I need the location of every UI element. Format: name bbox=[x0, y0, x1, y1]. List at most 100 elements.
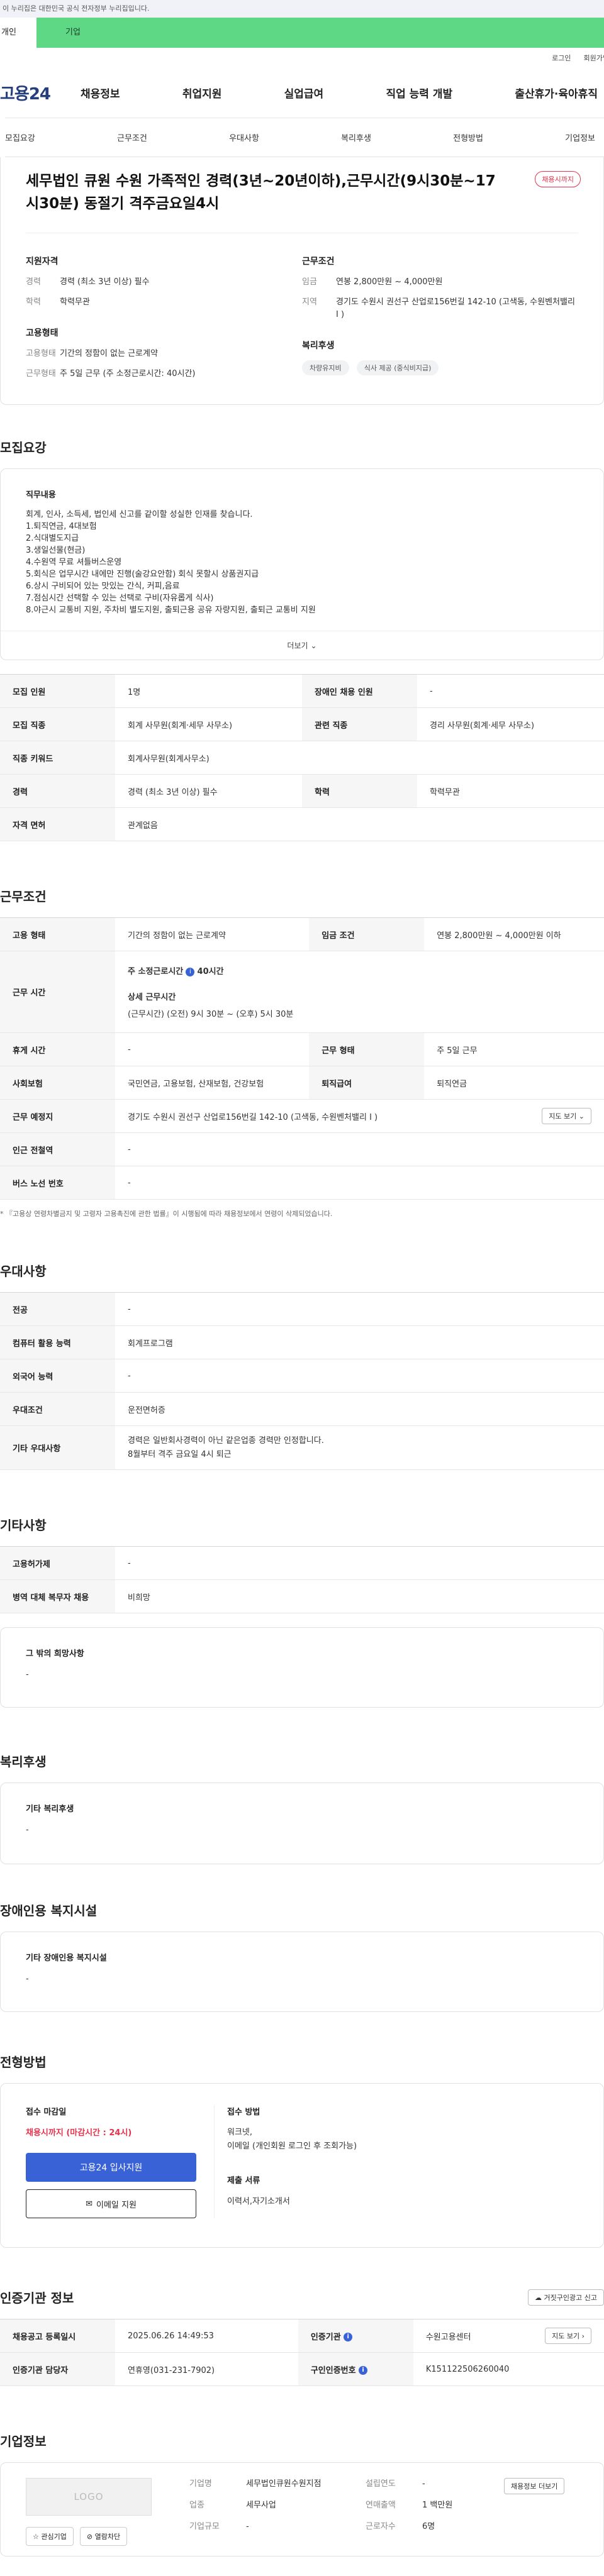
gnb-item-training[interactable]: 직업 능력 개발 bbox=[386, 85, 452, 101]
qual-value: 학력무관 bbox=[60, 297, 90, 307]
table-key: 경력 bbox=[0, 774, 115, 808]
table-key: 고용 형태 bbox=[0, 917, 115, 951]
subnav-conditions[interactable]: 근무조건 bbox=[117, 131, 147, 143]
hours-cell: 주 소정근로시간 i 40시간 상세 근무시간 (근무시간) (오전) 9시 3… bbox=[115, 951, 604, 1033]
table-row: 휴게 시간 - 근무 형태 주 5일 근무 bbox=[0, 1032, 604, 1066]
company-jobs-button[interactable]: 채용정보 더보기 bbox=[504, 2478, 565, 2494]
email-apply-button[interactable]: ✉ 이메일 지원 bbox=[26, 2189, 196, 2218]
company-value: 1 백만원 bbox=[422, 2501, 453, 2510]
duty-text: 회계, 인사, 소득세, 법인세 신고를 같이할 성실한 인재를 찾습니다. 1… bbox=[26, 510, 316, 615]
docs-value: 이력서,자기소개서 bbox=[227, 2197, 290, 2206]
map-button[interactable]: 지도 보기 ⌄ bbox=[542, 1108, 591, 1124]
table-key: 병역 대체 복무자 채용 bbox=[0, 1579, 115, 1613]
company-value: - bbox=[422, 2479, 425, 2489]
email-icon: ✉ bbox=[86, 2199, 92, 2209]
table-row: 근무 예정지 경기도 수원시 권선구 산업로156번길 142-10 (고색동,… bbox=[0, 1099, 604, 1133]
tab-personal[interactable]: 개인 bbox=[0, 18, 36, 48]
favorite-label: 관심기업 bbox=[41, 2533, 67, 2541]
table-key: 모집 인원 bbox=[0, 674, 115, 708]
table-key: 전공 bbox=[0, 1292, 115, 1326]
table-value: - bbox=[417, 674, 604, 708]
table-value: - bbox=[115, 1359, 604, 1393]
table-row: 버스 노선 번호 - bbox=[0, 1166, 604, 1200]
report-button[interactable]: ☁ 거짓구인광고 신고 bbox=[528, 2289, 604, 2306]
login-link[interactable]: 로그인 bbox=[552, 53, 571, 63]
etc-table: 고용허가제 - 병역 대체 복무자 채용 비희망 bbox=[0, 1546, 604, 1613]
method-heading: 접수 방법 bbox=[227, 2108, 260, 2117]
docs-heading: 제출 서류 bbox=[227, 2176, 260, 2186]
deadline-value: 채용시까지 (마감시간 : 24시) bbox=[26, 2128, 132, 2138]
emp-key: 근무형태 bbox=[26, 369, 56, 379]
table-value: 비희망 bbox=[115, 1579, 604, 1613]
apply-card: 접수 마감일 채용시까지 (마감시간 : 24시) 고용24 입사지원 ✉ 이메… bbox=[0, 2083, 604, 2248]
hope-card: 그 밖의 희망사항 - bbox=[0, 1627, 604, 1708]
cert-table: 채용공고 등록일시 2025.06.26 14:49:53 인증기관 i 수원고… bbox=[0, 2319, 604, 2386]
subnav-preference[interactable]: 우대사항 bbox=[229, 131, 259, 143]
signup-link[interactable]: 회원가입 bbox=[584, 53, 604, 63]
emp-value: 기간의 정함이 없는 근로계약 bbox=[60, 349, 158, 358]
duty-card: 직무내용 회계, 인사, 소득세, 법인세 신고를 같이할 성실한 인재를 찾습… bbox=[0, 468, 604, 660]
table-row: 컴퓨터 활용 능력 회계프로그램 bbox=[0, 1325, 604, 1359]
table-value: 학력무관 bbox=[417, 774, 604, 808]
qual-key: 경력 bbox=[26, 277, 41, 287]
table-key: 자격 면허 bbox=[0, 807, 115, 841]
emp-value: 주 5일 근무 (주 소정근로시간: 40시간) bbox=[60, 369, 196, 379]
table-key: 모집 직종 bbox=[0, 707, 115, 741]
emp-key: 고용형태 bbox=[26, 349, 56, 358]
gnb-item-leave[interactable]: 출산휴가·육아휴직 bbox=[515, 85, 598, 101]
table-row: 근무 시간 주 소정근로시간 i 40시간 상세 근무시간 (근무시간) (오전… bbox=[0, 951, 604, 1033]
qual-key: 학력 bbox=[26, 297, 41, 307]
info-icon[interactable]: i bbox=[344, 2333, 353, 2341]
table-key: 기타 우대사항 bbox=[0, 1425, 115, 1470]
table-value: - bbox=[115, 1166, 604, 1200]
table-key: 고용허가제 bbox=[0, 1546, 115, 1580]
hours-week-value: 40시간 bbox=[197, 967, 224, 976]
info-icon[interactable]: i bbox=[359, 2366, 368, 2375]
table-row: 우대조건 운전면허증 bbox=[0, 1392, 604, 1426]
conditions-table: 고용 형태 기간의 정함이 없는 근로계약 임금 조건 연봉 2,800만원 ~… bbox=[0, 917, 604, 1200]
preference-title: 우대사항 bbox=[0, 1264, 47, 1279]
table-row: 경력 경력 (최소 3년 이상) 필수 학력 학력무관 bbox=[0, 774, 604, 808]
org-key: 인증기관 bbox=[310, 2332, 341, 2342]
method-value-1: 워크넷, bbox=[227, 2128, 253, 2137]
site-logo[interactable]: 고용24 bbox=[0, 81, 81, 104]
favorite-company-button[interactable]: ☆ 관심기업 bbox=[26, 2527, 74, 2546]
org-value: 수원고용센터 bbox=[425, 2332, 471, 2342]
table-key: 직종 키워드 bbox=[0, 741, 115, 775]
table-row: 외국어 능력 - bbox=[0, 1359, 604, 1393]
apply-button[interactable]: 고용24 입사지원 bbox=[26, 2153, 196, 2182]
info-icon[interactable]: i bbox=[186, 967, 195, 976]
job-summary-card: 세무법인 큐원 수원 가족적인 경력(3년~20년이하),근무시간(9시30분~… bbox=[0, 157, 604, 405]
company-logo-placeholder: LOGO bbox=[26, 2478, 152, 2516]
table-row: 사회보험 국민연금, 고용보험, 산재보험, 건강보험 퇴직급여 퇴직연금 bbox=[0, 1066, 604, 1100]
qual-heading: 지원자격 bbox=[26, 257, 59, 267]
age-note: * 『고용상 연령차별금지 및 고령자 고용촉진에 관한 법률』이 시행됨에 따… bbox=[0, 1210, 333, 1218]
welfare-title: 복리후생 bbox=[0, 1754, 47, 1769]
table-value: - bbox=[115, 1546, 604, 1580]
hours-week-label: 주 소정근로시간 bbox=[128, 967, 184, 976]
table-key: 장애인 채용 인원 bbox=[302, 674, 417, 708]
gnb-item-jobs[interactable]: 채용정보 bbox=[81, 85, 120, 101]
cond-heading: 근무조건 bbox=[302, 257, 335, 267]
deadline-heading: 접수 마감일 bbox=[26, 2108, 67, 2117]
table-value: - bbox=[115, 1032, 310, 1066]
tab-company[interactable]: 기업 bbox=[36, 18, 604, 48]
company-key: 설립연도 bbox=[366, 2479, 396, 2489]
hours-detail: (근무시간) (오전) 9시 30분 ~ (오후) 5시 30분 bbox=[128, 1010, 294, 1019]
block-company-button[interactable]: ⊘ 열람차단 bbox=[79, 2527, 128, 2546]
table-row: 인근 전철역 - bbox=[0, 1132, 604, 1166]
recruit-title: 모집요강 bbox=[0, 440, 47, 455]
subnav-company[interactable]: 기업정보 bbox=[565, 131, 595, 143]
table-key: 근무 형태 bbox=[309, 1032, 425, 1066]
gnb-item-support[interactable]: 취업지원 bbox=[182, 85, 222, 101]
table-key: 인증기관 i bbox=[298, 2319, 413, 2353]
subnav-apply[interactable]: 전형방법 bbox=[453, 131, 483, 143]
subnav-recruit[interactable]: 모집요강 bbox=[5, 131, 35, 143]
company-value: 6명 bbox=[422, 2522, 435, 2531]
gnb-item-benefit[interactable]: 실업급여 bbox=[284, 85, 324, 101]
conditions-title: 근무조건 bbox=[0, 889, 47, 904]
org-map-button[interactable]: 지도 보기 › bbox=[545, 2328, 591, 2344]
subnav-welfare[interactable]: 복리후생 bbox=[341, 131, 371, 143]
gov-notice: 이 누리집은 대한민국 공식 전자정부 누리집입니다. bbox=[0, 0, 604, 18]
more-button[interactable]: 더보기 ⌄ bbox=[1, 631, 603, 660]
